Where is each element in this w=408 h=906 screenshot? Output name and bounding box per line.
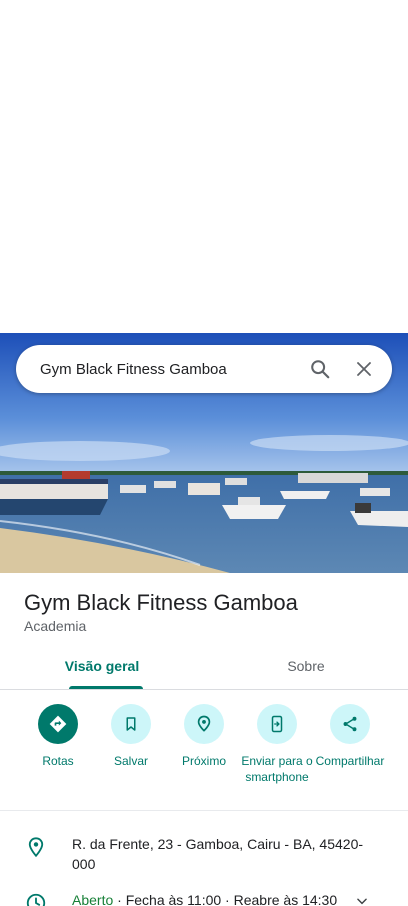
active-tab-indicator xyxy=(69,686,143,689)
send-to-phone-icon xyxy=(257,704,297,744)
share-icon xyxy=(330,704,370,744)
hours-row[interactable]: Aberto · Fecha às 11:00 · Reabre às 14:3… xyxy=(0,890,408,906)
hours-detail: · Fecha às 11:00 · Reabre às 14:30 xyxy=(113,892,338,906)
map-blank-area xyxy=(0,0,408,333)
tab-about[interactable]: Sobre xyxy=(204,645,408,689)
open-status: Aberto xyxy=(72,892,114,906)
address-text: R. da Frente, 23 - Gamboa, Cairu - BA, 4… xyxy=(72,836,364,872)
bookmark-icon xyxy=(111,704,151,744)
action-bar: Rotas Salvar Próximo Enviar para o smart… xyxy=(0,704,408,804)
send-to-phone-label: Enviar para o smartphone xyxy=(241,754,313,784)
tab-overview[interactable]: Visão geral xyxy=(0,645,204,689)
search-bar[interactable]: Gym Black Fitness Gamboa xyxy=(16,345,392,393)
hours-text: Aberto · Fecha às 11:00 · Reabre às 14:3… xyxy=(72,890,352,906)
place-category[interactable]: Academia xyxy=(24,618,86,634)
chevron-down-icon[interactable] xyxy=(355,894,369,906)
location-pin-icon xyxy=(0,834,72,874)
share-button[interactable]: Compartilhar xyxy=(310,704,390,769)
close-icon[interactable] xyxy=(342,347,386,391)
save-button[interactable]: Salvar xyxy=(91,704,171,769)
share-label: Compartilhar xyxy=(315,754,385,768)
directions-label: Rotas xyxy=(42,754,74,768)
place-title: Gym Black Fitness Gamboa xyxy=(24,590,298,615)
tab-bar: Visão geral Sobre xyxy=(0,645,408,690)
search-icon[interactable] xyxy=(298,347,342,391)
address-row[interactable]: R. da Frente, 23 - Gamboa, Cairu - BA, 4… xyxy=(0,834,408,874)
nearby-label: Próximo xyxy=(181,754,226,768)
section-divider xyxy=(0,810,408,811)
send-to-phone-button[interactable]: Enviar para o smartphone xyxy=(237,704,317,785)
directions-icon xyxy=(38,704,78,744)
nearby-icon xyxy=(184,704,224,744)
clock-icon xyxy=(0,890,72,906)
nearby-button[interactable]: Próximo xyxy=(164,704,244,769)
directions-button[interactable]: Rotas xyxy=(18,704,98,769)
save-label: Salvar xyxy=(113,754,148,768)
search-input[interactable]: Gym Black Fitness Gamboa xyxy=(16,361,298,378)
